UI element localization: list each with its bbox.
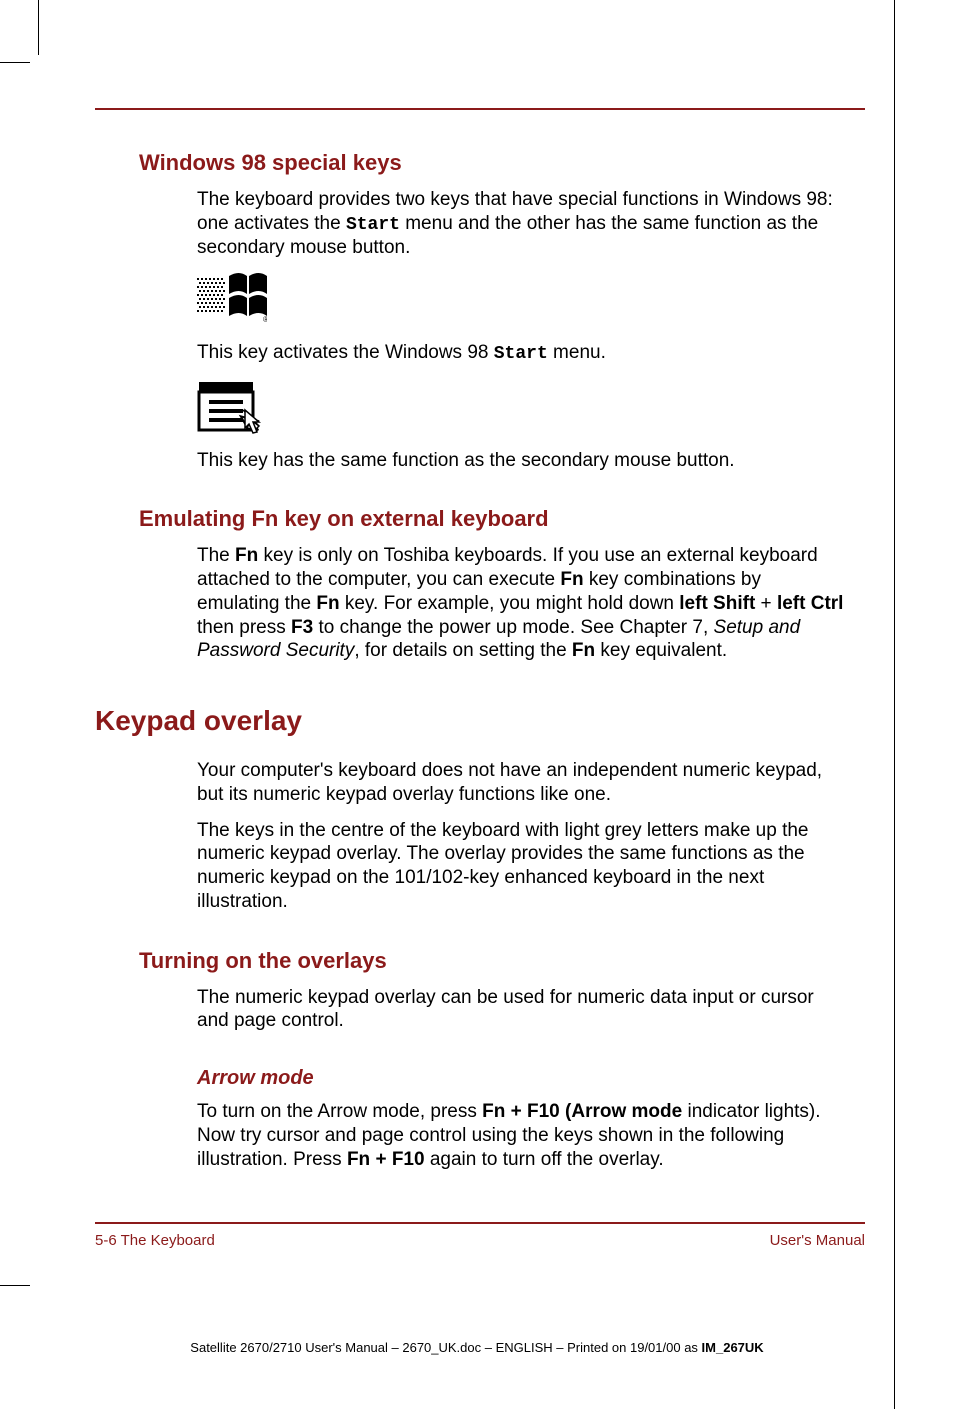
imprint-text: Satellite 2670/2710 User's Manual – 2670… xyxy=(190,1340,701,1355)
bold-text: Fn + F10 (Arrow mode xyxy=(482,1101,682,1122)
heading-keypad-overlay: Keypad overlay xyxy=(95,705,865,737)
paragraph: The keyboard provides two keys that have… xyxy=(197,188,847,260)
svg-text:®: ® xyxy=(263,315,267,324)
bold-text: Fn xyxy=(572,640,595,661)
windows-key-icon: ® xyxy=(197,272,865,331)
crop-mark xyxy=(894,0,895,1409)
text: menu. xyxy=(548,342,606,363)
bold-text: Fn xyxy=(316,593,339,614)
imprint-line: Satellite 2670/2710 User's Manual – 2670… xyxy=(0,1340,954,1355)
bold-text: Fn xyxy=(235,545,258,566)
header-rule xyxy=(95,108,865,110)
text: The xyxy=(197,545,235,566)
text: + xyxy=(755,593,777,614)
footer-left: 5-6 The Keyboard xyxy=(95,1232,215,1249)
text: to change the power up mode. See Chapter… xyxy=(313,617,713,638)
bold-text: F3 xyxy=(291,617,313,638)
crop-mark xyxy=(38,0,39,55)
page-content: Windows 98 special keys The keyboard pro… xyxy=(95,108,865,1183)
paragraph: To turn on the Arrow mode, press Fn + F1… xyxy=(197,1100,847,1171)
mono-text: Start xyxy=(346,215,400,235)
menu-key-icon xyxy=(197,380,865,439)
heading-emulating: Emulating Fn key on external keyboard xyxy=(139,506,865,532)
bold-text: Fn + F10 xyxy=(347,1149,425,1170)
text: This key activates the Windows 98 xyxy=(197,342,494,363)
paragraph: This key has the same function as the se… xyxy=(197,449,847,473)
heading-win98: Windows 98 special keys xyxy=(139,150,865,176)
paragraph: The keys in the centre of the keyboard w… xyxy=(197,819,847,914)
text: then press xyxy=(197,617,291,638)
crop-mark xyxy=(0,1285,30,1286)
page-footer: 5-6 The Keyboard User's Manual xyxy=(95,1222,865,1249)
text: key equivalent. xyxy=(595,640,727,661)
paragraph: This key activates the Windows 98 Start … xyxy=(197,341,847,366)
bold-text: Fn xyxy=(560,569,583,590)
footer-right: User's Manual xyxy=(770,1232,865,1249)
bold-text: left Ctrl xyxy=(777,593,844,614)
text: To turn on the Arrow mode, press xyxy=(197,1101,482,1122)
mono-text: Start xyxy=(494,344,548,364)
paragraph: The numeric keypad overlay can be used f… xyxy=(197,986,847,1034)
heading-arrow-mode: Arrow mode xyxy=(197,1067,865,1090)
footer-rule xyxy=(95,1222,865,1224)
text: key. For example, you might hold down xyxy=(340,593,680,614)
bold-text: left Shift xyxy=(679,593,755,614)
paragraph: Your computer's keyboard does not have a… xyxy=(197,759,847,807)
heading-turning-on: Turning on the overlays xyxy=(139,948,865,974)
imprint-code: IM_267UK xyxy=(702,1340,764,1355)
crop-mark xyxy=(0,62,30,63)
text: , for details on setting the xyxy=(354,640,572,661)
text: again to turn off the overlay. xyxy=(425,1149,664,1170)
paragraph: The Fn key is only on Toshiba keyboards.… xyxy=(197,544,847,663)
